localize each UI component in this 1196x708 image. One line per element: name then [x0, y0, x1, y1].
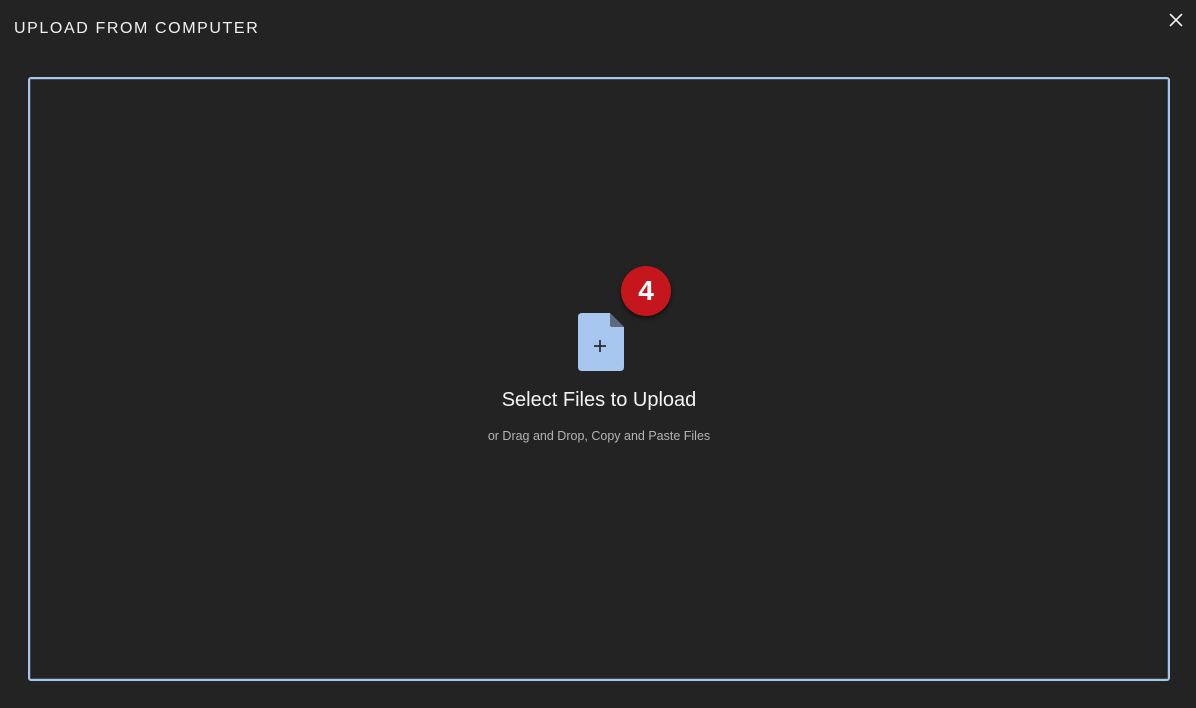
drag-drop-hint: or Drag and Drop, Copy and Paste Files [487, 429, 711, 443]
dialog-title: UPLOAD FROM COMPUTER [14, 20, 260, 37]
file-add-icon[interactable] [578, 313, 624, 371]
file-drop-zone[interactable]: 4 Select Files to Upload or Drag and Dro… [28, 77, 1170, 681]
close-icon [1169, 13, 1183, 27]
upload-dialog: UPLOAD FROM COMPUTER 4 Select Files to U… [0, 0, 1196, 708]
close-button[interactable] [1166, 10, 1186, 30]
step-badge: 4 [621, 266, 671, 316]
select-files-label[interactable]: Select Files to Upload [30, 389, 1168, 412]
